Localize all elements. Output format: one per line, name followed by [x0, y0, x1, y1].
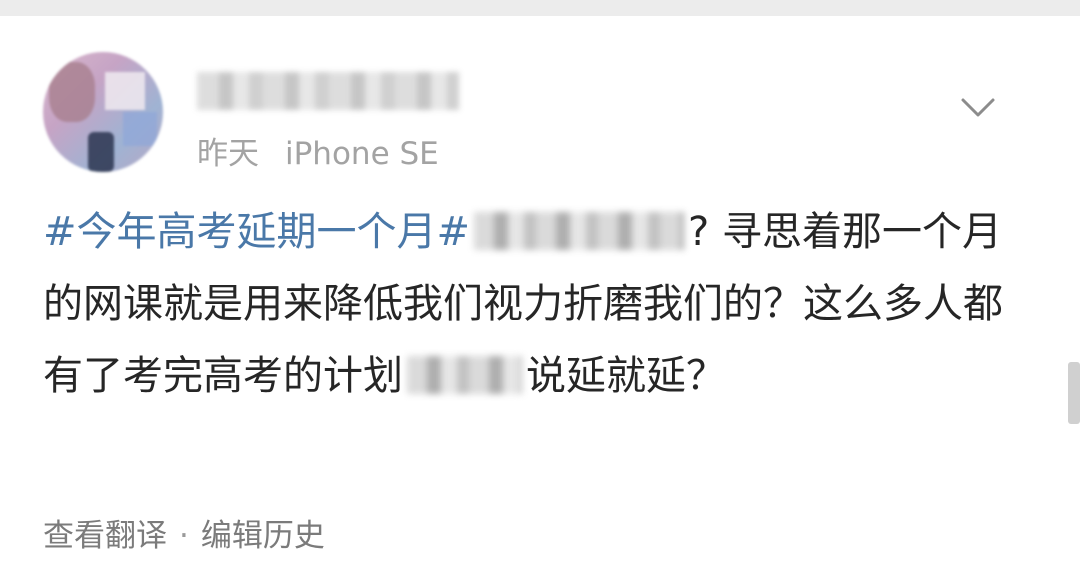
redacted-text	[474, 212, 685, 250]
post-text-2: 说延就延？	[526, 353, 726, 399]
post-meta: 昨天 iPhone SE	[197, 128, 439, 173]
chevron-down-icon[interactable]	[960, 96, 996, 120]
author-name-redacted[interactable]	[197, 72, 459, 110]
redacted-text	[407, 356, 522, 394]
user-avatar-icon[interactable]	[43, 52, 163, 172]
post-content: #今年高考延期一个月#? 寻思着那一个月的网课就是用来降低我们视力折磨我们的？这…	[43, 196, 1033, 412]
post-footer: 查看翻译 · 编辑历史	[43, 510, 325, 555]
edit-history-link[interactable]: 编辑历史	[201, 518, 325, 554]
hashtag-link[interactable]: #今年高考延期一个月#	[43, 209, 470, 255]
scroll-indicator[interactable]	[1068, 362, 1080, 424]
post-time: 昨天	[197, 136, 259, 172]
top-divider	[0, 0, 1080, 16]
footer-separator: ·	[179, 518, 189, 554]
translate-link[interactable]: 查看翻译	[43, 518, 167, 554]
post-device: iPhone SE	[285, 136, 439, 172]
